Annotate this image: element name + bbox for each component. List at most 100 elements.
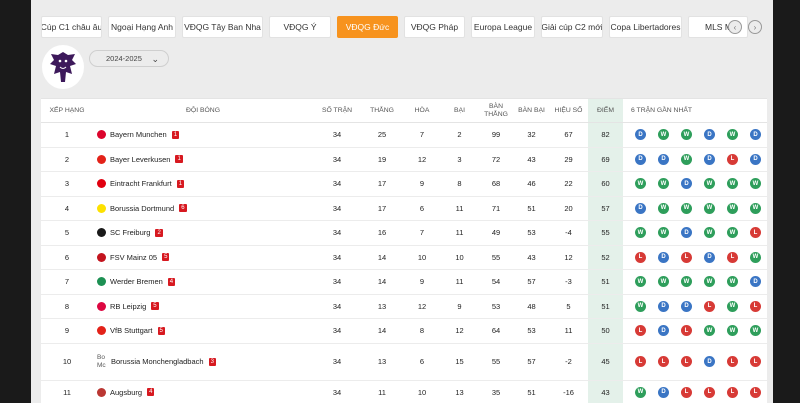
team-name[interactable]: Borussia Dortmund [110, 204, 174, 213]
form-result[interactable]: W [750, 251, 761, 263]
form-result[interactable]: L [750, 227, 761, 239]
form-result[interactable]: W [658, 276, 669, 288]
form-result[interactable]: D [681, 178, 692, 190]
table-row[interactable]: 2Bayer Leverkusen1341912372432969DDWDLD? [41, 147, 767, 172]
form-result[interactable]: D [750, 276, 761, 288]
form-result[interactable]: D [704, 356, 715, 367]
team-name[interactable]: FSV Mainz 05 [110, 253, 157, 262]
form-result[interactable]: L [681, 356, 692, 367]
form-result[interactable]: W [750, 325, 761, 337]
team-name[interactable]: Augsburg [110, 388, 142, 397]
form-result[interactable]: L [635, 356, 646, 367]
form-result[interactable]: D [658, 251, 669, 263]
tab-league[interactable]: Copa Libertadores [609, 16, 682, 38]
table-row[interactable]: 8RB Leipzig534131295348551WDDLWL? [41, 294, 767, 319]
form-result[interactable]: L [681, 325, 692, 337]
form-result[interactable]: L [727, 356, 738, 367]
team-name[interactable]: Bayern Munchen [110, 130, 167, 139]
prev-arrow-icon[interactable]: ‹ [728, 20, 742, 34]
form-result[interactable]: W [635, 178, 646, 190]
tab-league[interactable]: Cúp C1 châu âu [41, 16, 102, 38]
form-result[interactable]: W [635, 276, 646, 288]
form-result[interactable]: D [750, 129, 761, 141]
form-result[interactable]: W [704, 202, 715, 214]
form-result[interactable]: D [658, 153, 669, 165]
form-result[interactable]: W [658, 178, 669, 190]
table-row[interactable]: 5SC Freiburg234167114953-455WWDWWL? [41, 221, 767, 246]
form-result[interactable]: D [635, 153, 646, 165]
form-result[interactable]: W [635, 300, 646, 312]
form-result[interactable]: L [727, 251, 738, 263]
form-result[interactable]: W [635, 227, 646, 239]
form-result[interactable]: W [727, 276, 738, 288]
form-result[interactable]: W [727, 202, 738, 214]
form-result[interactable]: L [681, 386, 692, 398]
next-arrow-icon[interactable]: › [748, 20, 762, 34]
table-row[interactable]: 6FSV Mainz 0553414101055431252LDLDLW? [41, 245, 767, 270]
form-result[interactable]: D [704, 129, 715, 141]
form-result[interactable]: D [658, 300, 669, 312]
form-result[interactable]: L [635, 251, 646, 263]
form-result[interactable]: W [750, 178, 761, 190]
form-result[interactable]: W [727, 227, 738, 239]
team-name[interactable]: Bayer Leverkusen [110, 155, 170, 164]
table-row[interactable]: 1Bayern Munchen134257299326782DWWDWD? [41, 123, 767, 148]
form-result[interactable]: D [750, 153, 761, 165]
tab-league[interactable]: VĐQG Đức [337, 16, 398, 38]
form-result[interactable]: L [635, 325, 646, 337]
form-result[interactable]: W [704, 276, 715, 288]
form-result[interactable]: W [750, 202, 761, 214]
tab-league[interactable]: VĐQG Tây Ban Nha [182, 16, 263, 38]
form-result[interactable]: L [727, 386, 738, 398]
table-row[interactable]: 4 Borussia Dortmund 6 34 17 6 11 71 51 20 57 D W W W W W… [41, 196, 767, 221]
form-result[interactable]: L [704, 386, 715, 398]
form-result[interactable]: W [727, 300, 738, 312]
tab-league[interactable]: Europa League [471, 16, 535, 38]
form-result[interactable]: W [704, 227, 715, 239]
form-result[interactable]: W [658, 202, 669, 214]
form-result[interactable]: L [750, 386, 761, 398]
form-result[interactable]: W [681, 153, 692, 165]
team-name[interactable]: Eintracht Frankfurt [110, 179, 172, 188]
form-result[interactable]: W [635, 386, 646, 398]
team-name[interactable]: RB Leipzig [110, 302, 146, 311]
form-result[interactable]: W [704, 325, 715, 337]
form-result[interactable]: D [635, 129, 646, 141]
form-result[interactable]: D [635, 202, 646, 214]
form-result[interactable]: L [681, 251, 692, 263]
form-result[interactable]: W [658, 227, 669, 239]
form-result[interactable]: W [681, 202, 692, 214]
form-result[interactable]: L [727, 153, 738, 165]
tab-league[interactable]: Giải cúp C2 mới [541, 16, 603, 38]
form-result[interactable]: W [704, 178, 715, 190]
form-result[interactable]: D [681, 227, 692, 239]
form-result[interactable]: L [750, 356, 761, 367]
form-result[interactable]: L [750, 300, 761, 312]
table-row[interactable]: 9VfB Stuttgart5341481264531150LDLWWW? [41, 319, 767, 344]
form-result[interactable]: W [727, 178, 738, 190]
form-result[interactable]: D [658, 386, 669, 398]
form-result[interactable]: D [658, 325, 669, 337]
form-result[interactable]: W [681, 276, 692, 288]
form-result[interactable]: W [727, 325, 738, 337]
season-select[interactable]: 2024-2025 ⌄ [89, 50, 169, 67]
form-result[interactable]: L [658, 356, 669, 367]
form-result[interactable]: D [704, 153, 715, 165]
table-row[interactable]: 3 Eintracht Frankfurt 1 34 17 9 8 68 46 22 60 W W D W W… [41, 172, 767, 197]
team-name[interactable]: Borussia Monchengladbach [111, 357, 204, 366]
tab-league[interactable]: Ngoại Hạng Anh [108, 16, 176, 38]
form-result[interactable]: L [704, 300, 715, 312]
team-name[interactable]: VfB Stuttgart [110, 326, 153, 335]
form-result[interactable]: W [658, 129, 669, 141]
team-name[interactable]: SC Freiburg [110, 228, 150, 237]
table-row[interactable]: 11Augsburg4341110133551-1643WDLLLL? [41, 380, 767, 403]
form-result[interactable]: W [727, 129, 738, 141]
table-row[interactable]: 10 Bo Mc Borussia Monchengladbach 3 34 13 6 15 55… [41, 343, 767, 381]
team-name[interactable]: Werder Bremen [110, 277, 163, 286]
tab-league[interactable]: VĐQG Pháp [404, 16, 465, 38]
form-result[interactable]: D [681, 300, 692, 312]
table-row[interactable]: 7Werder Bremen434149115457-351WWWWWD? [41, 270, 767, 295]
form-result[interactable]: D [704, 251, 715, 263]
form-result[interactable]: W [681, 129, 692, 141]
tab-league[interactable]: VĐQG Ý [269, 16, 331, 38]
